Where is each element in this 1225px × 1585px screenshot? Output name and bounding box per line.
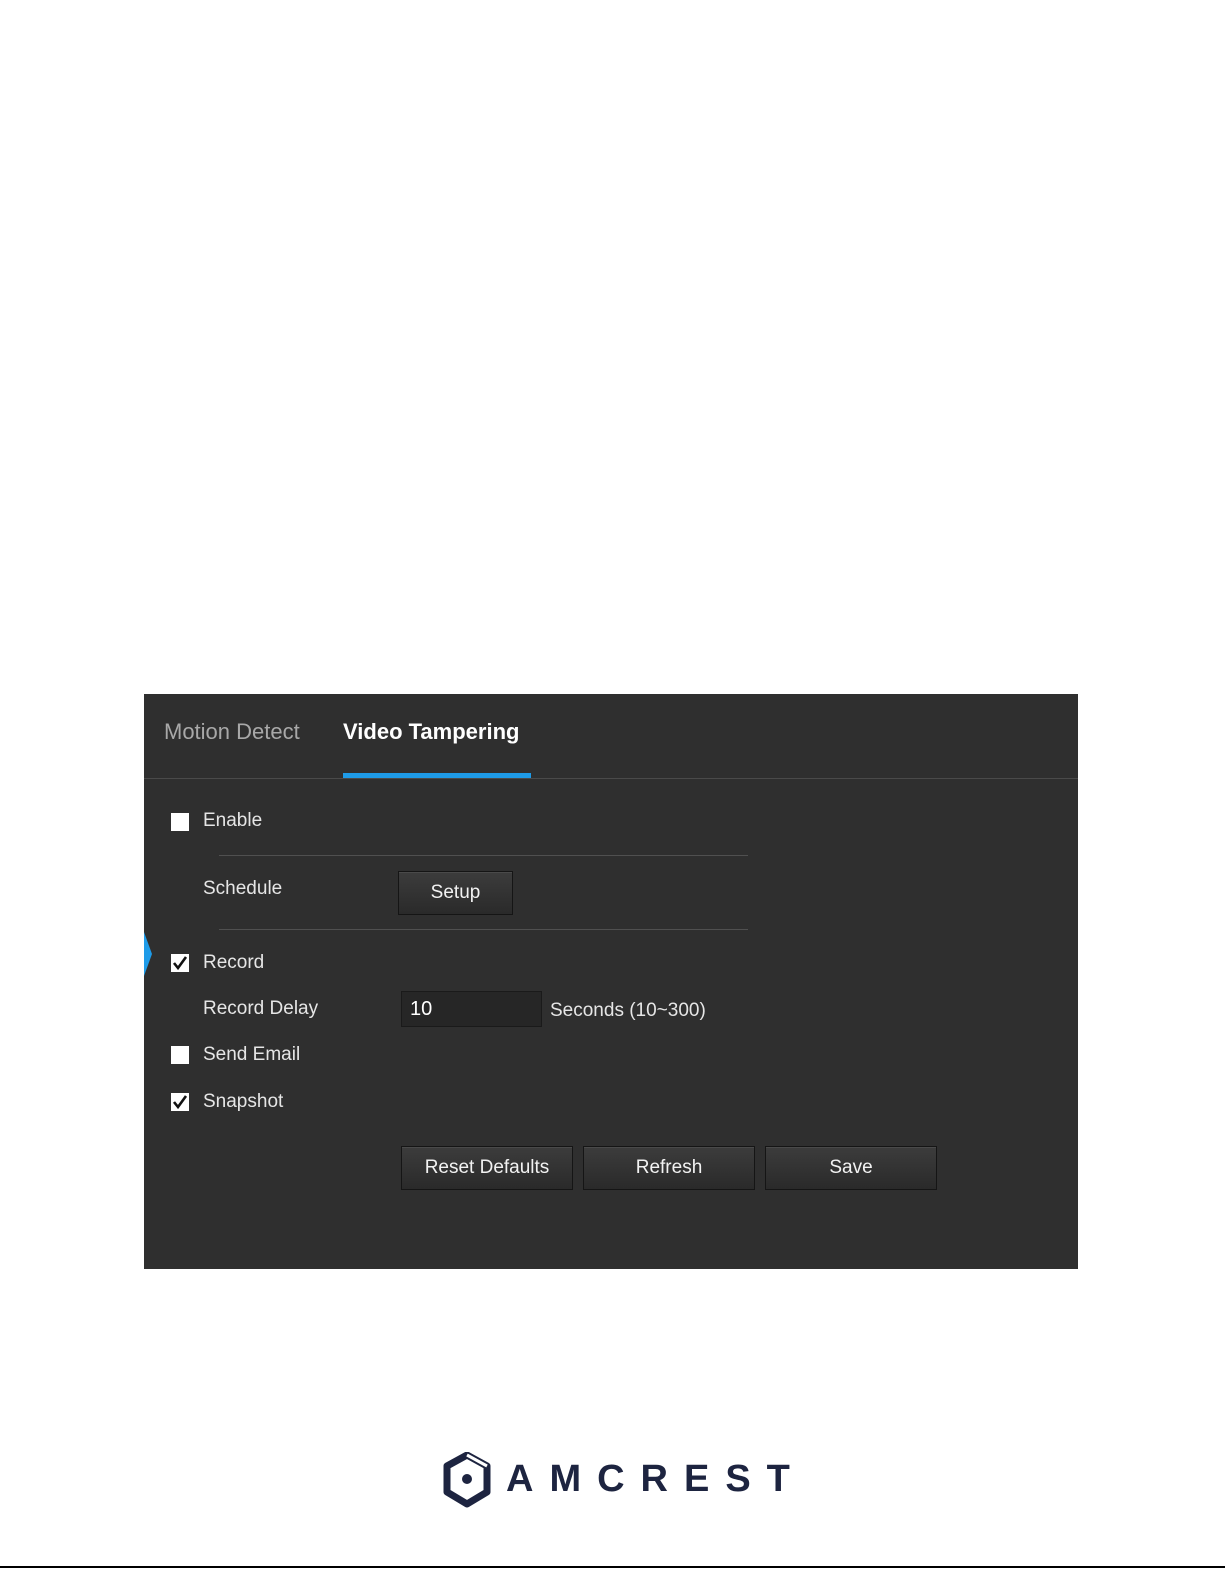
tab-motion-detect[interactable]: Motion Detect [164, 719, 300, 745]
send-email-label: Send Email [203, 1044, 301, 1065]
record-checkbox[interactable] [171, 954, 189, 972]
check-icon [172, 1095, 188, 1110]
expand-arrow-icon [144, 932, 152, 976]
active-tab-indicator [343, 773, 531, 778]
divider-bottom [219, 929, 748, 930]
record-delay-label: Record Delay [203, 998, 319, 1019]
check-icon [172, 956, 188, 971]
amcrest-hexagon-icon [443, 1452, 491, 1508]
snapshot-checkbox[interactable] [171, 1093, 189, 1111]
schedule-label: Schedule [203, 878, 283, 899]
save-button[interactable]: Save [765, 1146, 937, 1190]
divider-top [219, 855, 748, 856]
record-delay-input[interactable] [401, 991, 542, 1027]
schedule-setup-button[interactable]: Setup [398, 871, 513, 915]
settings-panel: Motion Detect Video Tampering Enable Sch… [144, 694, 1078, 1269]
snapshot-label: Snapshot [203, 1091, 284, 1112]
tab-video-tampering[interactable]: Video Tampering [343, 719, 519, 745]
tab-bar: Motion Detect Video Tampering [144, 694, 1078, 779]
enable-label: Enable [203, 810, 263, 831]
refresh-button[interactable]: Refresh [583, 1146, 755, 1190]
reset-defaults-button[interactable]: Reset Defaults [401, 1146, 573, 1190]
enable-checkbox[interactable] [171, 813, 189, 831]
send-email-checkbox[interactable] [171, 1046, 189, 1064]
record-delay-unit: Seconds (10~300) [550, 1000, 706, 1021]
amcrest-wordmark: AMCREST [506, 1458, 806, 1500]
amcrest-logo: AMCREST [442, 1452, 790, 1508]
record-label: Record [203, 952, 265, 973]
page-bottom-rule [0, 1566, 1225, 1568]
